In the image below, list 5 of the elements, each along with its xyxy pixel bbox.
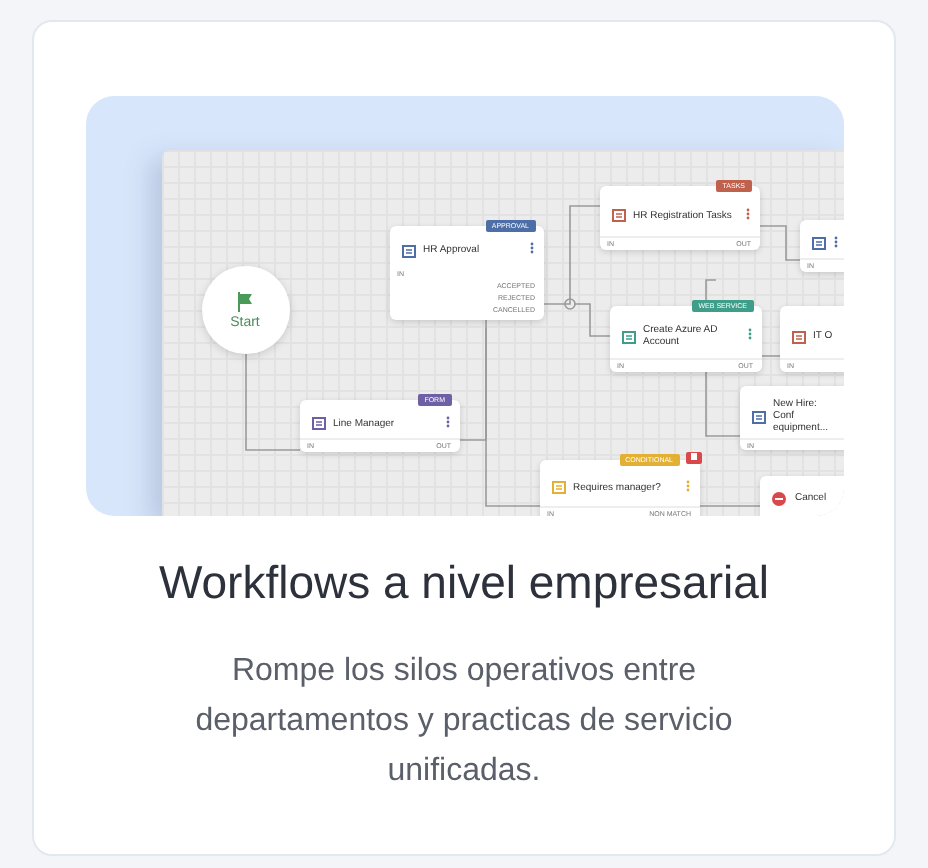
- card-title: Workflows a nivel empresarial: [158, 556, 770, 610]
- card-description: Rompe los silos operativos entre departamentos y practicas de servicio unificadas.: [193, 652, 735, 792]
- stop-icon: [771, 491, 785, 505]
- flag-icon: [236, 291, 254, 311]
- delete-button[interactable]: [685, 452, 701, 464]
